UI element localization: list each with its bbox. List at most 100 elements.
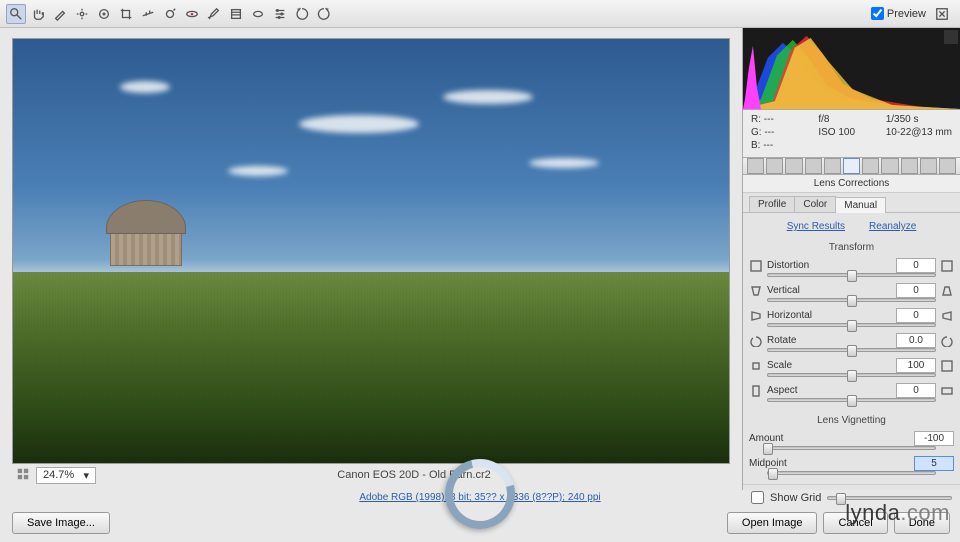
tab-split[interactable]	[824, 158, 841, 174]
cancel-button[interactable]: Cancel	[823, 512, 887, 534]
rotate-ccw-icon	[749, 334, 763, 348]
hand-tool[interactable]	[28, 4, 48, 24]
tab-hsl[interactable]	[805, 158, 822, 174]
rotate-label: Rotate	[767, 335, 815, 346]
amount-row: Amount -100	[743, 430, 960, 446]
right-panel: R: --- f/8 1/350 s G: --- ISO 100 10-22@…	[742, 28, 960, 490]
white-balance-tool[interactable]	[50, 4, 70, 24]
subtab-color[interactable]: Color	[794, 196, 836, 212]
amount-label: Amount	[749, 433, 805, 444]
footer: Adobe RGB (1998); 8 bit; 35?? x 2336 (8?…	[0, 490, 960, 540]
horizontal-slider-thumb[interactable]	[847, 320, 857, 332]
graduated-filter-tool[interactable]	[226, 4, 246, 24]
preview-toggle[interactable]: Preview	[871, 7, 926, 20]
preview-image[interactable]	[12, 38, 730, 464]
main-area: 24.7%▾ Canon EOS 20D - Old Barn.cr2 R: -…	[0, 28, 960, 490]
histogram-clip-toggle[interactable]	[944, 30, 958, 44]
camera-file-label: Canon EOS 20D - Old Barn.cr2	[102, 469, 726, 481]
tab-snapshots[interactable]	[920, 158, 937, 174]
distortion-barrel-icon	[749, 259, 763, 273]
main-toolbar: Preview	[0, 0, 960, 28]
lens-links: Sync Results Reanalyze	[743, 213, 960, 240]
aspect-slider-thumb[interactable]	[847, 395, 857, 407]
amount-value[interactable]: -100	[914, 431, 954, 446]
done-button[interactable]: Done	[894, 512, 950, 534]
zoom-grid-icon[interactable]	[16, 467, 30, 484]
open-image-button[interactable]: Open Image	[727, 512, 818, 534]
zoom-level-select[interactable]: 24.7%▾	[36, 467, 96, 484]
chevron-down-icon: ▾	[83, 469, 89, 482]
distortion-slider[interactable]	[767, 273, 936, 277]
radial-filter-tool[interactable]	[248, 4, 268, 24]
vignetting-heading: Lens Vignetting	[743, 413, 960, 430]
exif-aperture: f/8	[818, 114, 877, 125]
amount-slider-thumb[interactable]	[763, 443, 773, 455]
scale-label: Scale	[767, 360, 815, 371]
horizontal-label: Horizontal	[767, 310, 815, 321]
preview-status-bar: 24.7%▾ Canon EOS 20D - Old Barn.cr2	[12, 464, 730, 486]
tab-presets[interactable]	[901, 158, 918, 174]
tab-calib[interactable]	[881, 158, 898, 174]
aspect-wide-icon	[940, 384, 954, 398]
straighten-tool[interactable]	[138, 4, 158, 24]
vertical-slider[interactable]	[767, 298, 936, 302]
redeye-tool[interactable]	[182, 4, 202, 24]
tab-detail[interactable]	[785, 158, 802, 174]
exif-readout: R: --- f/8 1/350 s G: --- ISO 100 10-22@…	[743, 110, 960, 158]
save-image-button[interactable]: Save Image...	[12, 512, 110, 534]
exif-shutter: 1/350 s	[886, 114, 952, 125]
lens-subtabs: Profile Color Manual	[743, 193, 960, 213]
color-sampler-tool[interactable]	[72, 4, 92, 24]
preview-checkbox[interactable]	[871, 7, 884, 20]
rotate-ccw-tool[interactable]	[292, 4, 312, 24]
scale-value[interactable]: 100	[896, 358, 936, 373]
aspect-value[interactable]: 0	[896, 383, 936, 398]
barn-graphic	[106, 200, 186, 270]
adjustment-brush-tool[interactable]	[204, 4, 224, 24]
tab-basic[interactable]	[747, 158, 764, 174]
rotate-value[interactable]: 0.0	[896, 333, 936, 348]
exif-r: R: ---	[751, 114, 810, 125]
rotate-cw-tool[interactable]	[314, 4, 334, 24]
scale-slider-thumb[interactable]	[847, 370, 857, 382]
exif-g: G: ---	[751, 127, 810, 138]
tab-fx[interactable]	[862, 158, 879, 174]
scale-slider[interactable]	[767, 373, 936, 377]
horizontal-left-icon	[749, 309, 763, 323]
midpoint-value[interactable]: 5	[914, 456, 954, 471]
fullscreen-toggle[interactable]	[932, 4, 952, 24]
aspect-slider[interactable]	[767, 398, 936, 402]
subtab-manual[interactable]: Manual	[835, 197, 886, 213]
prefs-tool[interactable]	[270, 4, 290, 24]
workflow-options-link[interactable]: Adobe RGB (1998); 8 bit; 35?? x 2336 (8?…	[359, 492, 600, 503]
scale-large-icon	[940, 359, 954, 373]
rotate-slider-thumb[interactable]	[847, 345, 857, 357]
transform-heading: Transform	[743, 240, 960, 257]
reanalyze-link[interactable]: Reanalyze	[869, 221, 916, 232]
crop-tool[interactable]	[116, 4, 136, 24]
tab-curve[interactable]	[766, 158, 783, 174]
horizontal-slider[interactable]	[767, 323, 936, 327]
rotate-slider[interactable]	[767, 348, 936, 352]
targeted-adjust-tool[interactable]	[94, 4, 114, 24]
preview-pane: 24.7%▾ Canon EOS 20D - Old Barn.cr2	[0, 28, 742, 490]
subtab-profile[interactable]: Profile	[749, 196, 795, 212]
vertical-left-icon	[749, 284, 763, 298]
tab-lens[interactable]	[843, 158, 860, 174]
sync-results-link[interactable]: Sync Results	[787, 221, 845, 232]
histogram[interactable]	[743, 28, 960, 110]
panel-menu-icon[interactable]	[939, 158, 956, 174]
distortion-slider-thumb[interactable]	[847, 270, 857, 282]
rotate-cw-icon	[940, 334, 954, 348]
distortion-value[interactable]: 0	[896, 258, 936, 273]
vertical-slider-thumb[interactable]	[847, 295, 857, 307]
midpoint-slider[interactable]	[767, 471, 936, 475]
amount-slider[interactable]	[767, 446, 936, 450]
exif-lens: 10-22@13 mm	[886, 127, 952, 138]
vertical-value[interactable]: 0	[896, 283, 936, 298]
horizontal-right-icon	[940, 309, 954, 323]
horizontal-value[interactable]: 0	[896, 308, 936, 323]
zoom-tool[interactable]	[6, 4, 26, 24]
spot-removal-tool[interactable]	[160, 4, 180, 24]
midpoint-slider-thumb[interactable]	[768, 468, 778, 480]
